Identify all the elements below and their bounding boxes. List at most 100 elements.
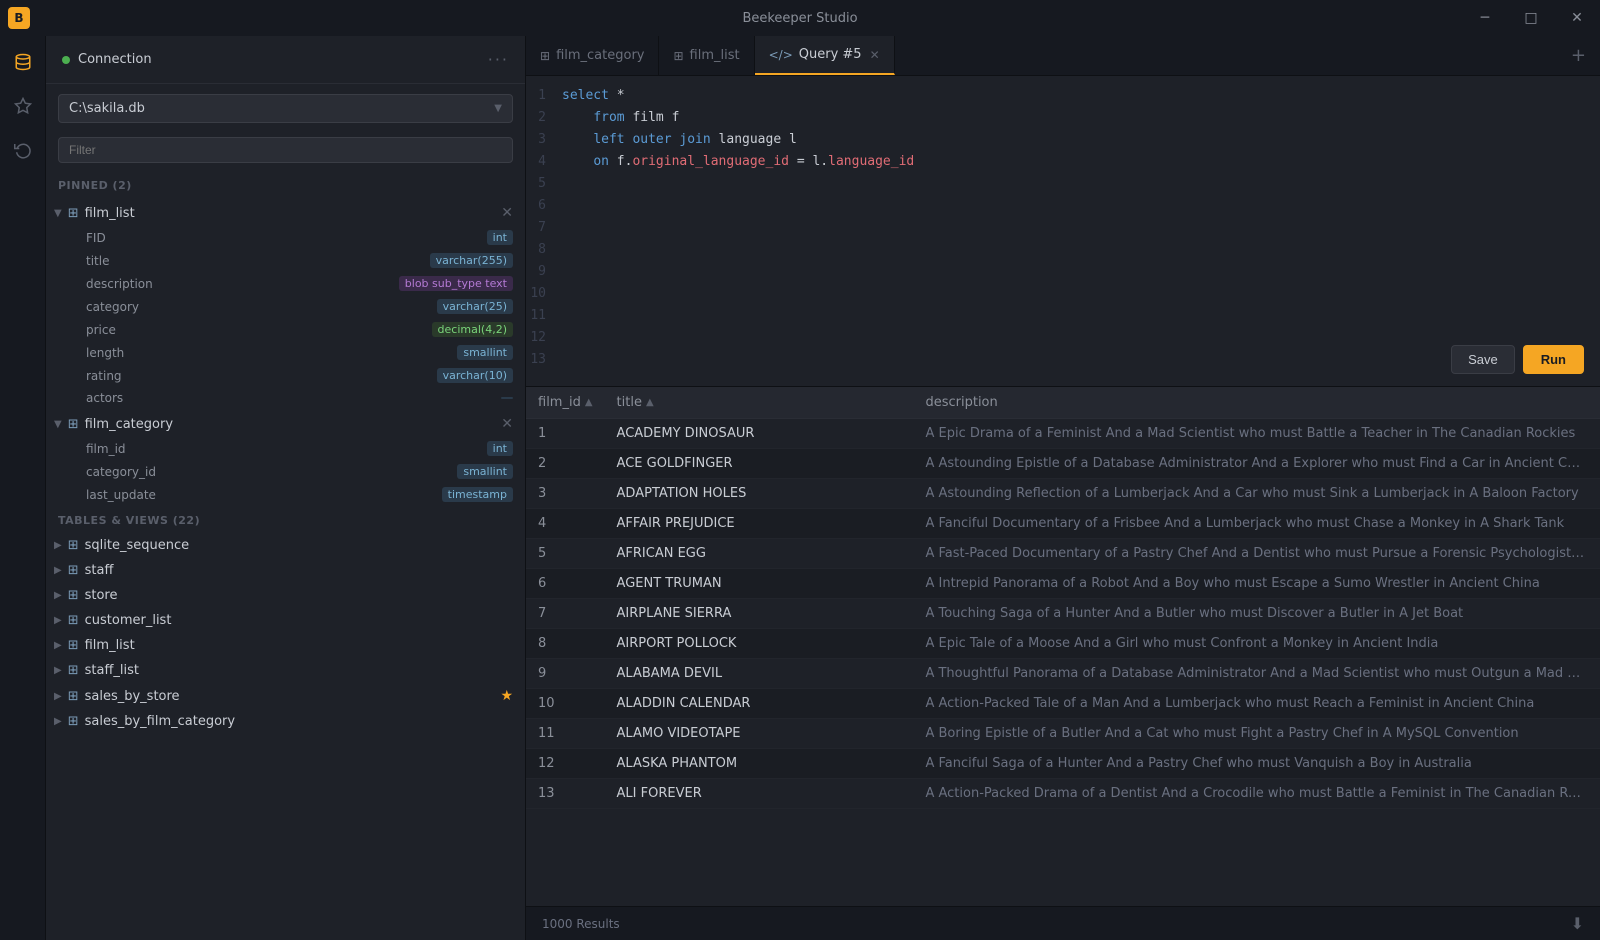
col-length: length smallint	[46, 341, 525, 364]
code-editor[interactable]: 1 select * 2 from film f 3 left outer jo…	[526, 76, 1600, 387]
film-category-chevron-icon: ▼	[54, 419, 62, 430]
col-fid-name: FID	[86, 231, 106, 245]
tv-sqlite-sequence[interactable]: ▶ ⊞ sqlite_sequence	[46, 533, 525, 558]
panel-header: Connection ···	[46, 36, 525, 84]
col-header-description[interactable]: description	[913, 387, 1600, 419]
col-film-id-type: int	[487, 441, 513, 456]
tv-customer-list[interactable]: ▶ ⊞ customer_list	[46, 608, 525, 633]
cell-title: AIRPORT POLLOCK	[605, 629, 914, 659]
code-line-7: 7	[526, 220, 1600, 242]
tv-film-list[interactable]: ▶ ⊞ film_list	[46, 633, 525, 658]
line-num-9: 9	[526, 264, 562, 279]
tv-customer-list-name: customer_list	[85, 613, 513, 628]
code-line-2: 2 from film f	[526, 110, 1600, 132]
export-icon[interactable]: ⬇	[1571, 914, 1584, 933]
maximize-button[interactable]: □	[1508, 0, 1554, 36]
cell-title: ACADEMY DINOSAUR	[605, 419, 914, 449]
col-header-title-sort-icon: ▲	[646, 397, 654, 408]
connection-more-button[interactable]: ···	[488, 50, 509, 69]
line-num-7: 7	[526, 220, 562, 235]
line-num-4: 4	[526, 154, 562, 169]
film-list-header-row[interactable]: ▼ ⊞ film_list ✕	[46, 200, 525, 226]
table-row: 4 AFFAIR PREJUDICE A Fanciful Documentar…	[526, 509, 1600, 539]
col-price-name: price	[86, 323, 116, 337]
database-selector[interactable]: C:\sakila.db ▼	[58, 94, 513, 123]
panel-scroll-area[interactable]: PINNED (2) ▼ ⊞ film_list ✕ FID int title	[46, 173, 525, 940]
col-header-film-id-label: film_id	[538, 395, 581, 410]
tab-query5[interactable]: </> Query #5 ✕	[755, 36, 895, 75]
cell-film-id: 2	[526, 449, 605, 479]
col-header-film-id[interactable]: film_id ▲	[526, 387, 605, 419]
tv-sales-by-film-category-grid-icon: ⊞	[68, 714, 79, 729]
line-num-5: 5	[526, 176, 562, 191]
sidebar-history-icon[interactable]	[5, 132, 41, 168]
line-num-3: 3	[526, 132, 562, 147]
tv-store[interactable]: ▶ ⊞ store	[46, 583, 525, 608]
col-actors: actors	[46, 387, 525, 409]
close-button[interactable]: ✕	[1554, 0, 1600, 36]
col-category-id: category_id smallint	[46, 460, 525, 483]
col-fid-type: int	[487, 230, 513, 245]
minimize-button[interactable]: ─	[1462, 0, 1508, 36]
tv-staff[interactable]: ▶ ⊞ staff	[46, 558, 525, 583]
film-category-grid-icon: ⊞	[68, 417, 79, 432]
col-header-title[interactable]: title ▲	[605, 387, 914, 419]
table-row: 9 ALABAMA DEVIL A Thoughtful Panorama of…	[526, 659, 1600, 689]
line-num-10: 10	[526, 286, 562, 301]
cell-title: ALASKA PHANTOM	[605, 749, 914, 779]
cell-title: ACE GOLDFINGER	[605, 449, 914, 479]
film-category-close-icon[interactable]: ✕	[501, 416, 513, 432]
save-button[interactable]: Save	[1451, 345, 1515, 374]
film-list-grid-icon: ⊞	[68, 206, 79, 221]
results-table-wrap[interactable]: film_id ▲ title ▲	[526, 387, 1600, 906]
table-row: 2 ACE GOLDFINGER A Astounding Epistle of…	[526, 449, 1600, 479]
cell-title: ALI FOREVER	[605, 779, 914, 809]
film-list-close-icon[interactable]: ✕	[501, 205, 513, 221]
tv-film-list-grid-icon: ⊞	[68, 638, 79, 653]
tv-sales-by-film-category[interactable]: ▶ ⊞ sales_by_film_category	[46, 709, 525, 734]
run-button[interactable]: Run	[1523, 345, 1584, 374]
col-actors-name: actors	[86, 391, 123, 405]
col-title-type: varchar(255)	[430, 253, 513, 268]
col-fid: FID int	[46, 226, 525, 249]
tab-add-button[interactable]: +	[1557, 36, 1600, 75]
cell-film-id: 3	[526, 479, 605, 509]
tv-staff-list[interactable]: ▶ ⊞ staff_list	[46, 658, 525, 683]
code-line-11: 11	[526, 308, 1600, 330]
sidebar-database-icon[interactable]	[5, 44, 41, 80]
code-line-12: 12	[526, 330, 1600, 352]
col-rating: rating varchar(10)	[46, 364, 525, 387]
col-price-type: decimal(4,2)	[432, 322, 513, 337]
tv-sales-by-store[interactable]: ▶ ⊞ sales_by_store ★	[46, 683, 525, 709]
table-row: 3 ADAPTATION HOLES A Astounding Reflecti…	[526, 479, 1600, 509]
tab-film-list[interactable]: ⊞ film_list	[659, 36, 754, 75]
col-title-name: title	[86, 254, 109, 268]
tab-query5-icon: </>	[769, 48, 793, 62]
app-logo: B	[8, 7, 30, 29]
tab-query5-label: Query #5	[799, 47, 862, 62]
filter-input[interactable]	[58, 137, 513, 163]
film-category-header-row[interactable]: ▼ ⊞ film_category ✕	[46, 411, 525, 437]
cell-film-id: 5	[526, 539, 605, 569]
code-line-9: 9	[526, 264, 1600, 286]
tv-sqlite-name: sqlite_sequence	[85, 538, 513, 553]
tv-staff-name: staff	[85, 563, 513, 578]
table-row: 12 ALASKA PHANTOM A Fanciful Saga of a H…	[526, 749, 1600, 779]
line-num-2: 2	[526, 110, 562, 125]
cell-description: A Epic Drama of a Feminist And a Mad Sci…	[913, 419, 1600, 449]
tv-store-name: store	[85, 588, 513, 603]
right-panel: ⊞ film_category ⊞ film_list </> Query #5…	[526, 36, 1600, 940]
col-header-film-id-sort-icon: ▲	[585, 397, 593, 408]
cell-title: AFFAIR PREJUDICE	[605, 509, 914, 539]
sidebar-star-icon[interactable]	[5, 88, 41, 124]
cell-description: A Thoughtful Panorama of a Database Admi…	[913, 659, 1600, 689]
editor-toolbar: Save Run	[1451, 345, 1584, 374]
tab-film-category-label: film_category	[556, 48, 644, 63]
tv-sales-by-film-category-name: sales_by_film_category	[85, 714, 513, 729]
connection-panel: Connection ··· C:\sakila.db ▼ PINNED (2)…	[46, 36, 526, 940]
tab-film-category[interactable]: ⊞ film_category	[526, 36, 659, 75]
table-row: 8 AIRPORT POLLOCK A Epic Tale of a Moose…	[526, 629, 1600, 659]
code-line-3: 3 left outer join language l	[526, 132, 1600, 154]
db-path-label: C:\sakila.db	[69, 101, 145, 116]
tab-query5-close-icon[interactable]: ✕	[870, 48, 880, 62]
